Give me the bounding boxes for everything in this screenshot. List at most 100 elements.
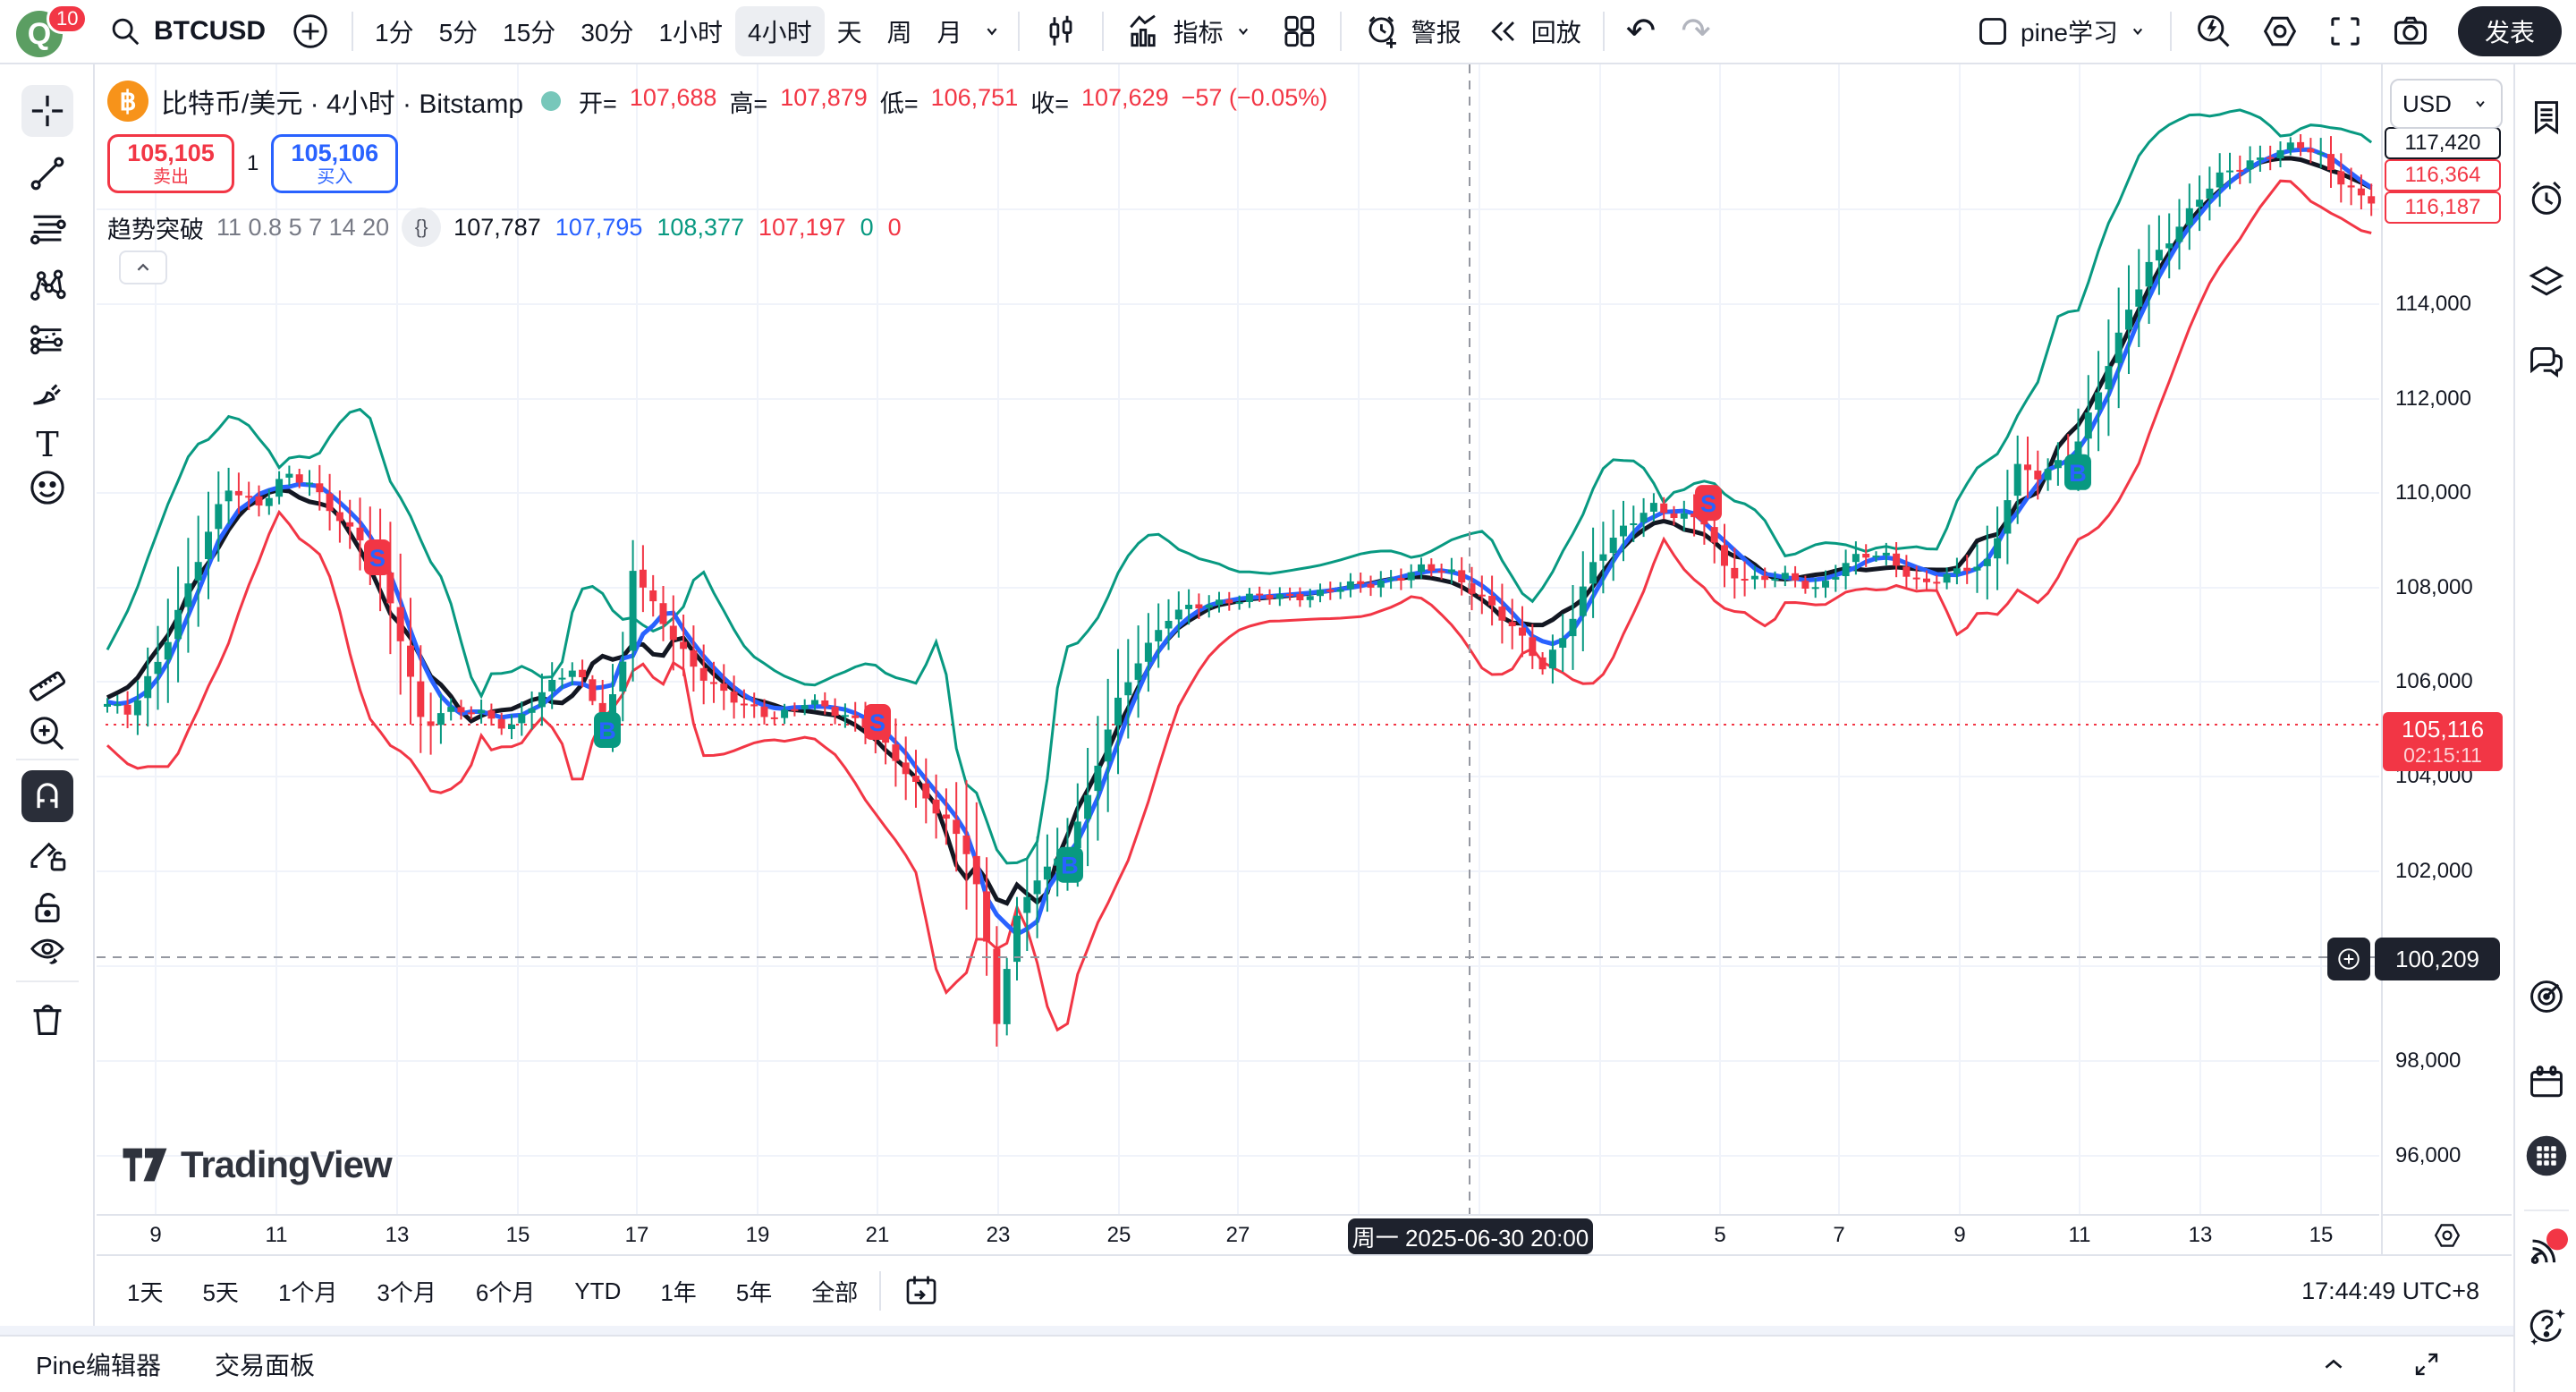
range-全部[interactable]: 全部 [799,1268,870,1315]
time-tick: 27 [1226,1223,1250,1248]
timeframe-15分[interactable]: 15分 [490,6,568,56]
chat-button[interactable] [2523,340,2570,386]
chevron-down-icon [1233,21,1254,42]
timeframe-30分[interactable]: 30分 [568,6,646,56]
zoom-in-tool-button[interactable] [21,708,73,760]
range-5天[interactable]: 5天 [190,1268,250,1315]
bar-close-countdown: 02:15:11 [2403,743,2482,767]
snapshot-button[interactable] [2377,6,2444,56]
calendar-button[interactable] [2523,1059,2570,1106]
watchlist-button[interactable] [2523,94,2570,140]
tradingview-watermark: TradingView [122,1143,392,1186]
trade-marker-buy[interactable]: B [2064,454,2091,490]
screener-button[interactable] [2523,973,2570,1020]
add-symbol-button[interactable] [278,6,343,56]
symbol-search-button[interactable]: BTCUSD [95,6,278,56]
timeframe-周[interactable]: 周 [875,6,925,56]
chart-pane[interactable]: SBSBSB ฿ 比特币/美元 · 4小时 · Bitstamp 开=107,6… [97,64,2379,1214]
crosshair-tool-button[interactable] [21,85,73,137]
object-tree-button[interactable] [2523,258,2570,304]
timeframe-1分[interactable]: 1分 [362,6,427,56]
drawing-lock-tool-button[interactable] [21,828,73,879]
range-YTD[interactable]: YTD [562,1270,633,1312]
projection-tool-button[interactable] [21,313,73,365]
trade-marker-sell[interactable]: S [864,704,891,740]
settings-button[interactable] [2247,6,2313,56]
panel-expand-up-button[interactable] [2318,1349,2349,1379]
add-alert-plus-button[interactable] [2327,938,2370,980]
plus-circle-icon [291,12,330,51]
trade-marker-sell[interactable]: S [1695,485,1722,521]
trend-line-tool-button[interactable] [21,148,73,199]
buy-button[interactable]: 105,106 买入 [271,134,398,193]
redo-icon: ↷ [1681,13,1711,49]
chart-type-button[interactable] [1029,6,1093,56]
ohlc-change: −57 (−0.05%) [1182,84,1328,119]
indicator-templates-button[interactable] [1267,6,1331,56]
currency-label: USD [2402,90,2452,118]
timeframe-1小时[interactable]: 1小时 [646,6,735,56]
replay-button[interactable]: 回放 [1474,6,1594,56]
calendar-goto-icon [902,1272,940,1310]
currency-dropdown[interactable]: USD [2390,79,2503,129]
range-6个月[interactable]: 6个月 [463,1268,547,1315]
brush-tool-button[interactable] [21,367,73,419]
panel-maximize-button[interactable] [2411,1349,2442,1379]
fullscreen-icon [2326,12,2365,51]
fullscreen-button[interactable] [2313,6,2377,56]
symbol-title[interactable]: 比特币/美元 · 4小时 · Bitstamp [161,81,523,121]
apps-button[interactable] [2523,1133,2570,1179]
measure-tool-button[interactable] [21,656,73,708]
streams-button[interactable] [2523,1224,2570,1270]
tab-pine-editor[interactable]: Pine编辑器 [36,1346,161,1382]
undo-button[interactable]: ↶ [1614,6,1669,56]
timeframe-4小时[interactable]: 4小时 [735,6,825,56]
fib-retracement-tool-button[interactable] [21,203,73,255]
range-buttons: 1天 5天 1个月 3个月 6个月 YTD 1年 5年全部 [114,1268,870,1315]
clock-timezone[interactable]: 17:44:49 UTC+8 [2301,1277,2479,1305]
timeframe-月[interactable]: 月 [925,6,975,56]
time-axis[interactable]: 9111315171921232527579111315 周一 2025-06-… [97,1214,2379,1254]
range-1年[interactable]: 1年 [648,1268,708,1315]
trade-marker-buy[interactable]: B [1056,847,1083,883]
layout-select-button[interactable]: pine学习 [1962,6,2161,56]
time-tick: 21 [866,1223,890,1248]
timeframe-dropdown[interactable] [975,6,1009,56]
range-5年[interactable]: 5年 [724,1268,784,1315]
radar-icon [2526,976,2567,1017]
time-tick: 9 [1953,1223,1965,1248]
indicator-legend[interactable]: 趋势突破 11 0.8 5 7 14 20 {} 107,787107,7951… [107,208,902,247]
axis-settings-corner[interactable] [2381,1214,2512,1254]
remove-drawings-button[interactable] [21,994,73,1046]
market-status-dot[interactable] [541,91,561,111]
magnet-tool-button[interactable] [21,770,73,822]
xabcd-pattern-tool-button[interactable] [21,258,73,310]
pine-source-icon[interactable]: {} [402,208,441,247]
help-button[interactable] [2523,1303,2570,1349]
quick-search-button[interactable] [2181,6,2247,56]
indicators-button[interactable]: 指标 [1113,6,1267,56]
alert-button[interactable]: 警报 [1351,6,1474,56]
timeframe-5分[interactable]: 5分 [427,6,491,56]
collapse-legend-button[interactable] [119,250,167,284]
publish-button[interactable]: 发表 [2458,6,2562,56]
hide-drawings-tool-button[interactable] [21,926,73,978]
panel-gap [0,1326,2513,1335]
go-to-date-button[interactable] [890,1266,953,1316]
timeframe-天[interactable]: 天 [825,6,875,56]
tab-trading-panel[interactable]: 交易面板 [215,1346,315,1382]
sell-button[interactable]: 105,105 卖出 [107,134,234,193]
emoji-tool-button[interactable] [21,462,73,514]
alerts-button[interactable] [2523,175,2570,222]
bitcoin-icon: ฿ [107,81,148,122]
redo-button[interactable]: ↷ [1668,6,1724,56]
range-1个月[interactable]: 1个月 [266,1268,350,1315]
alert-label: 警报 [1411,13,1462,49]
trade-marker-buy[interactable]: B [594,712,621,748]
price-axis[interactable]: USD 117,420 116,364 116,187 114,000112,0… [2381,64,2512,1214]
range-3个月[interactable]: 3个月 [364,1268,448,1315]
time-tick: 23 [987,1223,1011,1248]
trade-marker-sell[interactable]: S [364,539,391,575]
user-menu-button[interactable]: Q 10 [14,4,77,59]
range-1天[interactable]: 1天 [114,1268,175,1315]
